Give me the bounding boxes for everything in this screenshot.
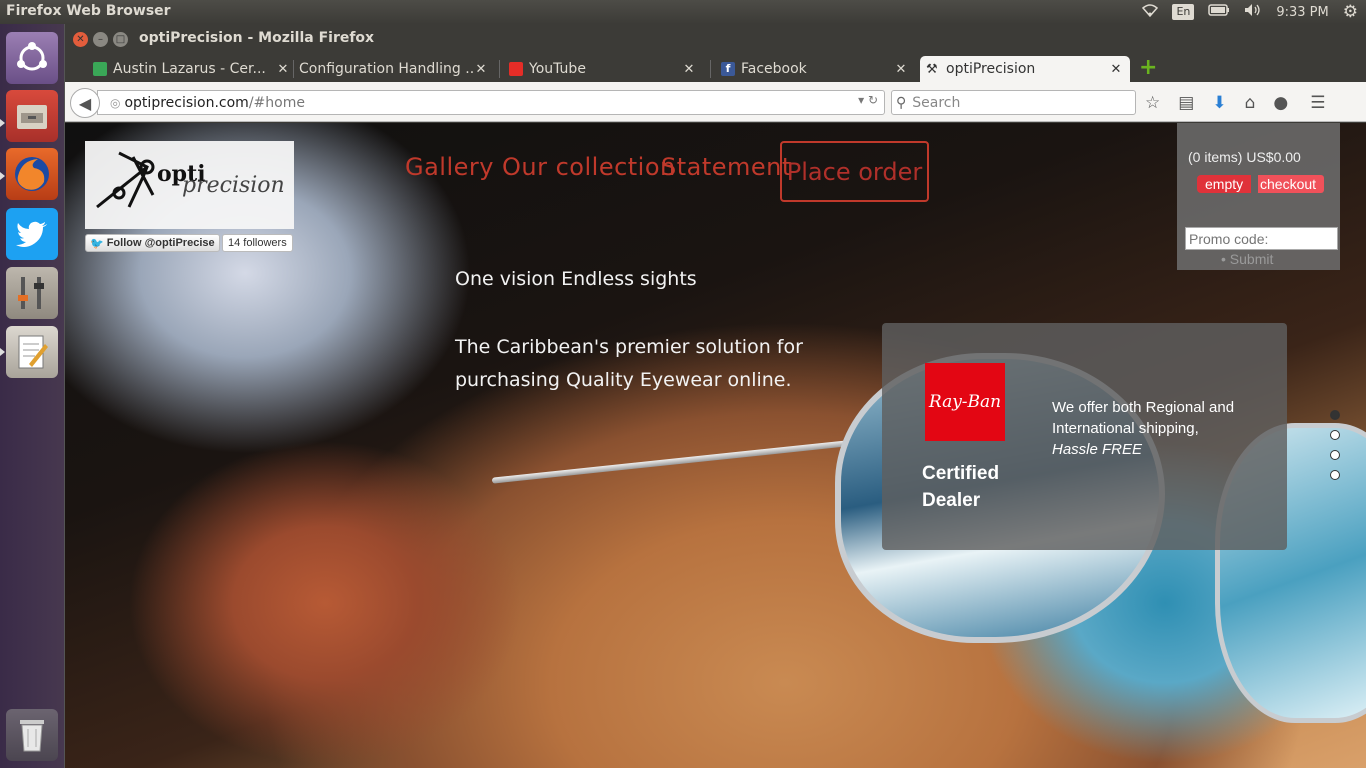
tab-configuration-handling[interactable]: Configuration Handling ... ✕ — [293, 56, 495, 82]
close-tab-icon[interactable]: ✕ — [1108, 62, 1124, 77]
url-host: optiprecision.com — [124, 94, 249, 111]
slider-dot-1[interactable] — [1330, 410, 1340, 420]
slider-dot-2[interactable] — [1330, 430, 1340, 440]
green-profile-icon — [93, 62, 107, 76]
system-settings-icon[interactable] — [6, 267, 58, 319]
reload-icon[interactable]: ↻ — [868, 93, 878, 107]
followers-count[interactable]: 14 followers — [222, 234, 293, 252]
keyboard-layout-indicator[interactable]: En — [1172, 4, 1195, 20]
tab-optiprecision[interactable]: ⚒ optiPrecision ✕ — [920, 56, 1130, 82]
tab-label: Austin Lazarus - Cer... — [113, 61, 266, 77]
text-editor-icon[interactable] — [6, 326, 58, 378]
youtube-icon — [509, 62, 523, 76]
cart-total: (0 items) US$0.00 — [1188, 149, 1301, 165]
app-title: Firefox Web Browser — [6, 3, 171, 19]
slider-dot-3[interactable] — [1330, 450, 1340, 460]
top-panel: Firefox Web Browser En 9:33 PM ⚙ — [0, 0, 1366, 24]
shipping-text: We offer both Regional and International… — [1052, 399, 1235, 437]
submit-label: Submit — [1229, 251, 1274, 267]
downloads-icon[interactable]: ⬇ — [1212, 93, 1226, 113]
toolbar-icons: ☆ ▤ ⬇ ⌂ ● ☰ — [1145, 90, 1325, 115]
nav-statement[interactable]: Statement — [661, 153, 792, 181]
slider-dot-4[interactable] — [1330, 470, 1340, 480]
settings-gear-icon[interactable]: ⚙ — [1343, 2, 1358, 22]
tab-bar: Austin Lazarus - Cer... ✕ Configuration … — [65, 54, 1366, 82]
url-bar[interactable]: ◎ optiprecision.com/#home ▾ ↻ — [97, 90, 885, 115]
navigation-toolbar: ◎ optiprecision.com/#home ▾ ↻ ◀ ⚲ Search… — [65, 82, 1366, 122]
maximize-window-icon[interactable]: □ — [113, 32, 128, 47]
empty-cart-button[interactable]: empty — [1197, 175, 1252, 193]
url-actions: ▾ ↻ — [858, 93, 878, 107]
search-icon: ⚲ — [896, 94, 907, 111]
site-logo[interactable]: opti precision — [85, 141, 294, 229]
volume-icon[interactable] — [1244, 3, 1262, 21]
web-page: opti precision 🐦 Follow @optiPrecise 14 … — [65, 123, 1366, 768]
bookmarks-list-icon[interactable]: ▤ — [1178, 93, 1194, 113]
hassle-free-text: Hassle FREE — [1052, 441, 1143, 458]
twitter-icon[interactable] — [6, 208, 58, 260]
ubuntu-dash-icon[interactable] — [6, 32, 58, 84]
dropdown-arrow-icon[interactable]: ▾ — [858, 93, 864, 107]
close-tab-icon[interactable]: ✕ — [275, 62, 291, 77]
checkout-button[interactable]: checkout — [1258, 175, 1325, 193]
window-titlebar: ✕ – □ optiPrecision - Mozilla Firefox — [65, 24, 1366, 54]
hero-glasses-temple — [491, 439, 861, 484]
tab-label: YouTube — [529, 61, 586, 77]
indicator-area: En 9:33 PM ⚙ — [1142, 0, 1358, 24]
trash-icon[interactable] — [6, 709, 58, 761]
promo-submit-button[interactable]: • Submit — [1221, 251, 1273, 267]
tagline: One vision Endless sights — [455, 268, 697, 290]
home-icon[interactable]: ⌂ — [1245, 93, 1256, 113]
back-button[interactable]: ◀ — [70, 88, 100, 118]
follow-label: Follow @optiPrecise — [106, 237, 215, 249]
rayban-logo: Ray-Ban — [925, 363, 1005, 441]
tab-youtube[interactable]: YouTube ✕ — [503, 56, 703, 82]
search-placeholder: Search — [912, 94, 961, 111]
window-title: optiPrecision - Mozilla Firefox — [139, 30, 375, 46]
back-arrow-icon: ◀ — [78, 93, 92, 113]
nav-our-collection[interactable]: Our collection — [502, 153, 676, 181]
tab-facebook[interactable]: f Facebook ✕ — [715, 56, 915, 82]
tab-austin-lazarus[interactable]: Austin Lazarus - Cer... ✕ — [87, 56, 297, 82]
bookmark-star-icon[interactable]: ☆ — [1145, 93, 1160, 113]
minimize-window-icon[interactable]: – — [93, 32, 108, 47]
certified-dealer-label: Certified Dealer — [922, 463, 1000, 511]
dealer-info-panel: Ray-Ban Certified Dealer We offer both R… — [882, 323, 1287, 550]
search-input[interactable]: ⚲ Search — [891, 90, 1136, 115]
firefox-icon[interactable] — [6, 148, 58, 200]
tab-label: optiPrecision — [946, 61, 1036, 77]
menu-icon[interactable]: ☰ — [1310, 93, 1325, 113]
files-icon[interactable] — [6, 90, 58, 142]
nav-gallery[interactable]: Gallery — [405, 153, 494, 181]
shipping-info: We offer both Regional and International… — [1052, 397, 1277, 460]
logo-precision-text: precision — [182, 173, 285, 198]
opti-tool-icon: ⚒ — [926, 61, 938, 77]
url-path: /#home — [248, 94, 305, 111]
facebook-icon: f — [721, 62, 735, 76]
chat-icon[interactable]: ● — [1273, 93, 1288, 113]
slider-dots — [1330, 410, 1340, 490]
promo-code-input[interactable] — [1185, 227, 1338, 250]
close-tab-icon[interactable]: ✕ — [893, 62, 909, 77]
tab-label: Configuration Handling ... — [299, 61, 473, 77]
description: The Caribbean's premier solution for pur… — [455, 336, 803, 391]
new-tab-icon[interactable]: + — [1139, 57, 1157, 79]
close-tab-icon[interactable]: ✕ — [681, 62, 697, 77]
battery-icon[interactable] — [1208, 4, 1230, 20]
twitter-follow-button[interactable]: 🐦 Follow @optiPrecise — [85, 234, 220, 252]
clock[interactable]: 9:33 PM — [1276, 5, 1328, 20]
globe-icon: ◎ — [110, 95, 121, 110]
tab-label: Facebook — [741, 61, 807, 77]
close-tab-icon[interactable]: ✕ — [473, 62, 489, 77]
twitter-bird-icon: 🐦 — [90, 237, 104, 250]
wifi-icon[interactable] — [1142, 3, 1159, 21]
close-window-icon[interactable]: ✕ — [73, 32, 88, 47]
launcher — [0, 24, 65, 768]
shopping-cart-widget: (0 items) US$0.00 empty checkout • Submi… — [1177, 123, 1340, 270]
place-order-button[interactable]: Place order — [780, 141, 929, 202]
